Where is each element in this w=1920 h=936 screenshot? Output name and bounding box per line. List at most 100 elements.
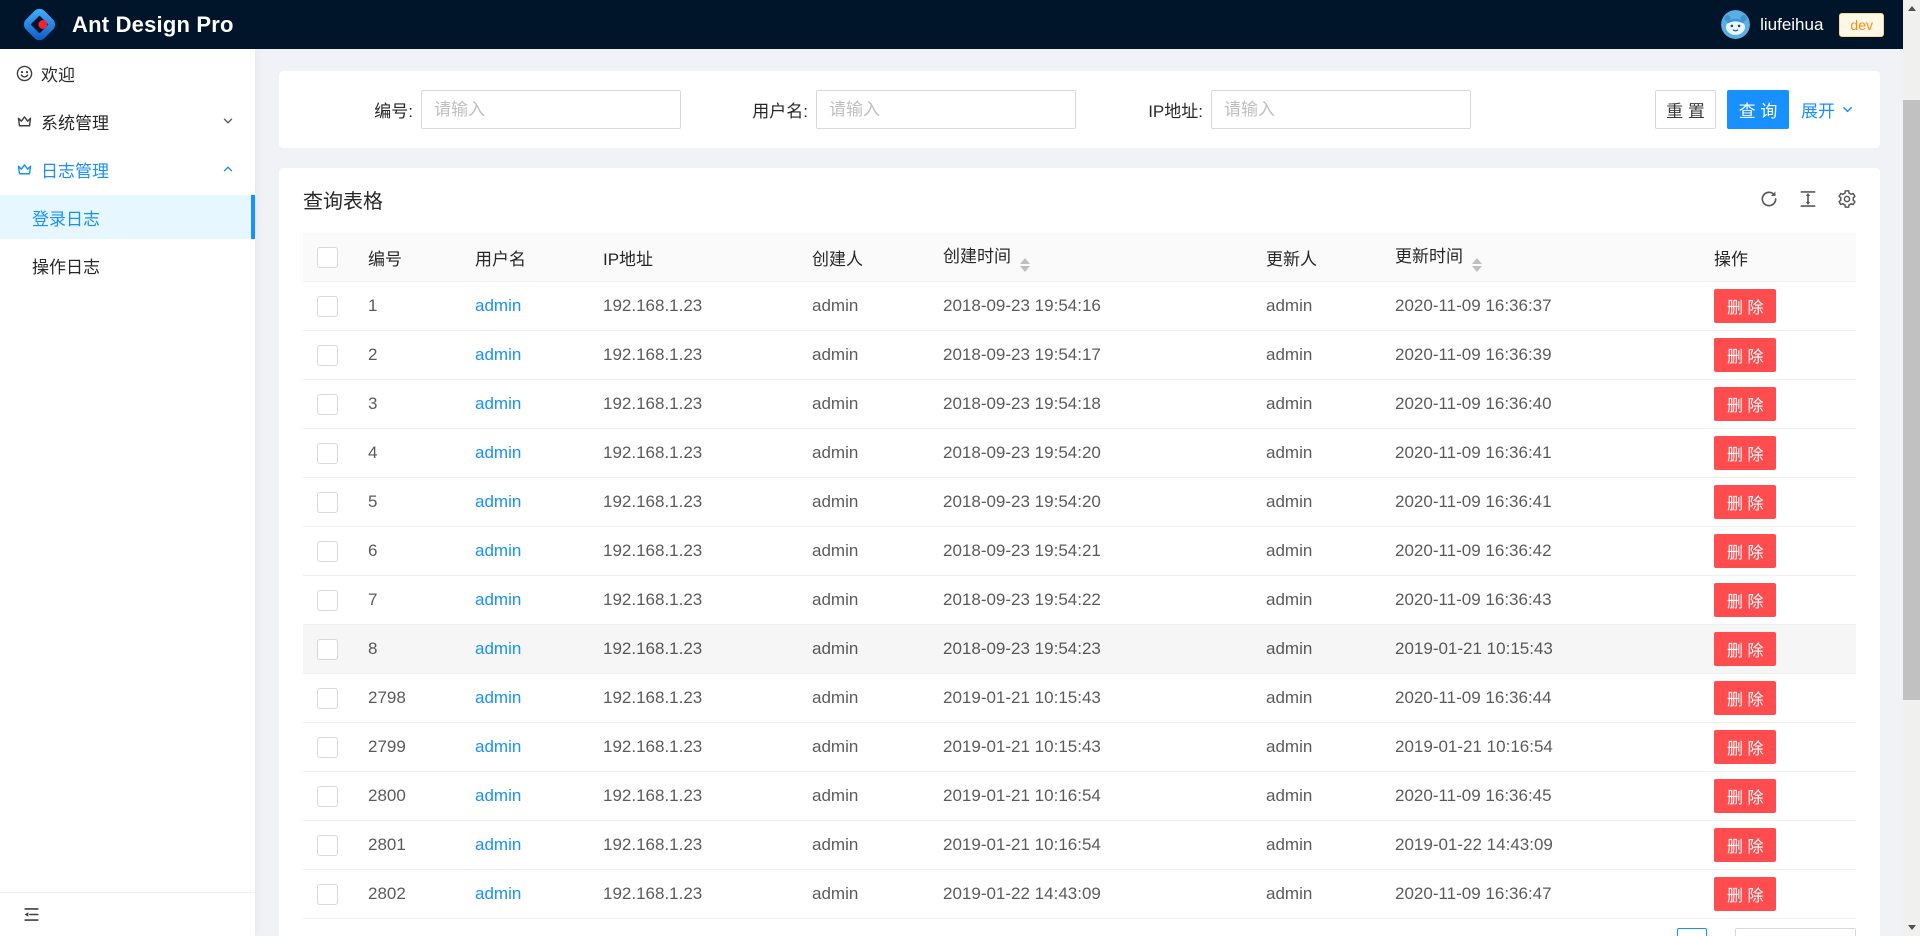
delete-button[interactable]: 删 除 xyxy=(1714,681,1776,715)
delete-button[interactable]: 删 除 xyxy=(1714,485,1776,519)
table-body: 1 admin 192.168.1.23 admin 2018-09-23 19… xyxy=(303,282,1856,919)
sort-carets-icon[interactable] xyxy=(1472,258,1482,272)
sidebar-item-label: 欢迎 xyxy=(41,61,75,86)
ip-input[interactable] xyxy=(1211,90,1471,129)
chevron-down-icon xyxy=(1840,102,1855,117)
select-all-checkbox[interactable] xyxy=(317,247,338,268)
env-tag: dev xyxy=(1839,13,1884,37)
delete-button[interactable]: 删 除 xyxy=(1714,436,1776,470)
delete-button[interactable]: 删 除 xyxy=(1714,387,1776,421)
row-checkbox[interactable] xyxy=(317,835,338,856)
delete-button[interactable]: 删 除 xyxy=(1714,779,1776,813)
cell-updated-at: 2019-01-21 10:16:54 xyxy=(1379,737,1698,757)
username-link[interactable]: admin xyxy=(475,492,521,511)
setting-icon[interactable] xyxy=(1837,189,1857,209)
username-link[interactable]: admin xyxy=(475,639,521,658)
delete-button[interactable]: 删 除 xyxy=(1714,289,1776,323)
scrollbar-thumb[interactable] xyxy=(1903,100,1920,700)
sort-carets-icon[interactable] xyxy=(1020,258,1030,272)
cell-created-at: 2018-09-23 19:54:17 xyxy=(927,345,1250,365)
cell-ip: 192.168.1.23 xyxy=(587,296,796,316)
row-checkbox[interactable] xyxy=(317,688,338,709)
column-header-created-at[interactable]: 创建时间 xyxy=(927,242,1250,272)
row-checkbox[interactable] xyxy=(317,394,338,415)
table-title: 查询表格 xyxy=(303,185,383,214)
row-checkbox[interactable] xyxy=(317,737,338,758)
username-link[interactable]: admin xyxy=(475,835,521,854)
sidebar-item-log-management[interactable]: 日志管理 xyxy=(0,147,255,191)
delete-button[interactable]: 删 除 xyxy=(1714,828,1776,862)
row-checkbox[interactable] xyxy=(317,492,338,513)
menu-fold-icon[interactable] xyxy=(22,905,41,924)
cell-ip: 192.168.1.23 xyxy=(587,835,796,855)
row-checkbox[interactable] xyxy=(317,541,338,562)
username-link[interactable]: admin xyxy=(475,296,521,315)
delete-button[interactable]: 删 除 xyxy=(1714,730,1776,764)
cell-id: 4 xyxy=(352,443,459,463)
delete-button[interactable]: 删 除 xyxy=(1714,534,1776,568)
column-header-updated-at[interactable]: 更新时间 xyxy=(1379,242,1698,272)
username-link[interactable]: admin xyxy=(475,345,521,364)
column-height-icon[interactable] xyxy=(1798,189,1818,209)
column-header-label: 更新时间 xyxy=(1395,247,1463,266)
pagination xyxy=(1677,928,1856,936)
delete-button[interactable]: 删 除 xyxy=(1714,632,1776,666)
scroll-down-arrow-icon[interactable] xyxy=(1903,919,1920,936)
sidebar-item-system-management[interactable]: 系统管理 xyxy=(0,99,255,143)
username-link[interactable]: admin xyxy=(475,884,521,903)
table-row: 5 admin 192.168.1.23 admin 2018-09-23 19… xyxy=(303,478,1856,527)
sidebar-item-login-log[interactable]: 登录日志 xyxy=(0,195,255,239)
header-right: liufeihua dev xyxy=(1721,10,1884,39)
username-link[interactable]: admin xyxy=(475,394,521,413)
username-link[interactable]: admin xyxy=(475,541,521,560)
username-link[interactable]: admin xyxy=(475,737,521,756)
cell-updater: admin xyxy=(1250,590,1379,610)
reset-button[interactable]: 重 置 xyxy=(1655,90,1716,129)
pagination-current-page[interactable] xyxy=(1677,928,1707,936)
reload-icon[interactable] xyxy=(1759,189,1779,209)
user-name[interactable]: liufeihua xyxy=(1760,15,1823,35)
filter-actions: 重 置 查 询 展开 xyxy=(1655,71,1855,148)
row-checkbox[interactable] xyxy=(317,345,338,366)
vertical-scrollbar[interactable] xyxy=(1903,0,1920,936)
username-link[interactable]: admin xyxy=(475,688,521,707)
row-checkbox[interactable] xyxy=(317,639,338,660)
cell-created-at: 2019-01-22 14:43:09 xyxy=(927,884,1250,904)
cell-created-at: 2018-09-23 19:54:20 xyxy=(927,492,1250,512)
table-row: 2802 admin 192.168.1.23 admin 2019-01-22… xyxy=(303,870,1856,919)
username-link[interactable]: admin xyxy=(475,590,521,609)
user-avatar[interactable] xyxy=(1721,10,1750,39)
username-link[interactable]: admin xyxy=(475,786,521,805)
row-checkbox[interactable] xyxy=(317,590,338,611)
delete-button[interactable]: 删 除 xyxy=(1714,338,1776,372)
row-checkbox[interactable] xyxy=(317,443,338,464)
cell-creator: admin xyxy=(796,737,927,757)
filter-label-id: 编号: xyxy=(304,97,421,122)
row-checkbox[interactable] xyxy=(317,786,338,807)
cell-updater: admin xyxy=(1250,394,1379,414)
delete-button[interactable]: 删 除 xyxy=(1714,877,1776,911)
cell-ip: 192.168.1.23 xyxy=(587,443,796,463)
column-header-creator: 创建人 xyxy=(796,245,927,270)
cell-updater: admin xyxy=(1250,492,1379,512)
cell-creator: admin xyxy=(796,296,927,316)
ant-design-logo-icon[interactable] xyxy=(20,5,59,44)
table-row: 2798 admin 192.168.1.23 admin 2019-01-21… xyxy=(303,674,1856,723)
cell-updater: admin xyxy=(1250,296,1379,316)
expand-link[interactable]: 展开 xyxy=(1801,97,1855,122)
sidebar-item-operation-log[interactable]: 操作日志 xyxy=(0,243,255,287)
smile-icon xyxy=(16,65,33,82)
username-link[interactable]: admin xyxy=(475,443,521,462)
cell-ip: 192.168.1.23 xyxy=(587,345,796,365)
id-input[interactable] xyxy=(421,90,681,129)
delete-button[interactable]: 删 除 xyxy=(1714,583,1776,617)
page-size-select[interactable] xyxy=(1735,928,1856,936)
row-checkbox[interactable] xyxy=(317,884,338,905)
search-button[interactable]: 查 询 xyxy=(1727,90,1789,129)
sidebar-item-welcome[interactable]: 欢迎 xyxy=(0,51,255,95)
cell-ip: 192.168.1.23 xyxy=(587,590,796,610)
cell-id: 7 xyxy=(352,590,459,610)
row-checkbox[interactable] xyxy=(317,296,338,317)
scroll-up-arrow-icon[interactable] xyxy=(1903,0,1920,17)
username-input[interactable] xyxy=(816,90,1076,129)
